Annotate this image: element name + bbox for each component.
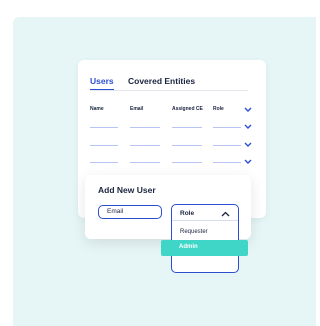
table-row-cell-line (172, 162, 202, 163)
chevron-down-icon[interactable] (244, 124, 252, 130)
role-label: Role (180, 210, 195, 217)
column-header-role: Role (213, 106, 224, 112)
chevron-down-icon[interactable] (244, 142, 252, 148)
tab-users[interactable]: Users (90, 76, 114, 86)
tab-divider (90, 90, 248, 91)
table-row-cell-line (213, 162, 241, 163)
table-row-cell-line (213, 145, 241, 146)
table-row-cell-line (172, 145, 202, 146)
role-dropdown[interactable]: Role Requester (171, 204, 239, 273)
role-option-admin-label: Admin (179, 244, 198, 250)
dropdown-divider (172, 220, 238, 221)
table-row-cell-line (172, 127, 202, 128)
table-row-cell-line (90, 145, 118, 146)
email-field[interactable]: Email (98, 205, 162, 219)
column-header-name: Name (90, 106, 104, 112)
chevron-down-icon[interactable] (244, 107, 252, 113)
dialog-title: Add New User (98, 185, 156, 195)
column-header-assigned-ce: Assigned CE (172, 106, 203, 112)
table-row-cell-line (130, 162, 160, 163)
tab-covered-entities[interactable]: Covered Entities (128, 76, 195, 86)
table-row-cell-line (130, 127, 160, 128)
table-row-cell-line (90, 162, 118, 163)
chevron-up-icon[interactable] (221, 211, 230, 217)
column-header-email: Email (130, 106, 144, 112)
role-option-requester[interactable]: Requester (180, 229, 208, 235)
table-row-cell-line (213, 127, 241, 128)
table-row-cell-line (130, 145, 160, 146)
role-option-admin[interactable]: Admin (161, 240, 248, 256)
table-row-cell-line (90, 127, 118, 128)
chevron-down-icon[interactable] (244, 159, 252, 165)
